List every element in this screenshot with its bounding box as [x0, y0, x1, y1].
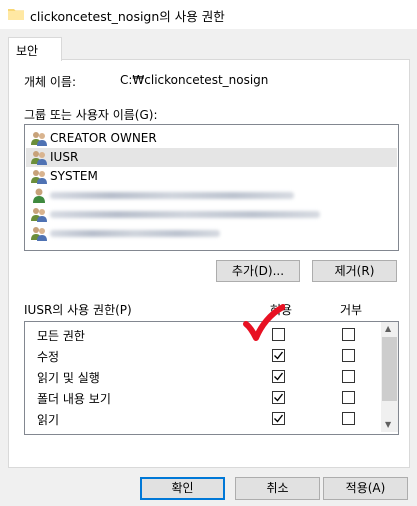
- permissions-label: IUSR의 사용 권한(P): [24, 303, 132, 317]
- cancel-button[interactable]: 취소: [235, 477, 320, 500]
- group-users-icon: [31, 170, 47, 184]
- title-bar: clickoncetest_nosign의 사용 권한: [0, 0, 417, 29]
- permission-label: 폴더 내용 보기: [37, 392, 111, 406]
- allow-checkbox[interactable]: [272, 412, 285, 425]
- group-users-icon: [31, 208, 47, 222]
- scrollbar-thumb[interactable]: [382, 337, 397, 401]
- scroll-down-icon[interactable]: ▼: [385, 420, 391, 429]
- allow-checkbox[interactable]: [272, 349, 285, 362]
- remove-button[interactable]: 제거(R): [312, 260, 397, 282]
- permission-label: 수정: [37, 350, 60, 364]
- group-users-icon: [31, 132, 47, 146]
- list-item[interactable]: [26, 186, 397, 205]
- group-users-icon: [31, 151, 47, 165]
- permission-row: 폴더 내용 보기: [25, 387, 380, 408]
- list-item[interactable]: CREATOR OWNER: [26, 129, 397, 148]
- permission-row: 수정: [25, 345, 380, 366]
- allow-checkbox[interactable]: [272, 370, 285, 383]
- deny-checkbox[interactable]: [342, 349, 355, 362]
- list-item-label: SYSTEM: [50, 169, 98, 183]
- redacted-user-name: [50, 192, 294, 199]
- permission-row: 모든 권한: [25, 324, 380, 345]
- deny-checkbox[interactable]: [342, 328, 355, 341]
- add-button[interactable]: 추가(D)...: [216, 260, 300, 282]
- list-item[interactable]: SYSTEM: [26, 167, 397, 186]
- apply-button[interactable]: 적용(A): [323, 477, 408, 500]
- permissions-list: 모든 권한 수정 읽기 및 실행 폴더 내용 보기 읽기 ▲ ▼: [24, 321, 399, 435]
- scroll-up-icon[interactable]: ▲: [385, 324, 391, 333]
- user-icon: [33, 188, 45, 203]
- permission-label: 읽기: [37, 413, 60, 427]
- window-title: clickoncetest_nosign의 사용 권한: [30, 9, 225, 24]
- object-name-value: C:₩clickoncetest_nosign: [120, 73, 269, 87]
- red-checkmark-annotation: [243, 304, 285, 341]
- permission-label: 모든 권한: [37, 329, 85, 343]
- tab-security-label: 보안: [16, 44, 39, 58]
- ok-button[interactable]: 확인: [140, 477, 225, 500]
- list-item-label: IUSR: [50, 150, 79, 164]
- object-name-label: 개체 이름:: [24, 75, 77, 89]
- list-item[interactable]: IUSR: [26, 148, 397, 167]
- deny-checkbox[interactable]: [342, 391, 355, 404]
- list-item[interactable]: [26, 205, 397, 224]
- deny-checkbox[interactable]: [342, 370, 355, 383]
- deny-column-header: 거부: [340, 303, 363, 317]
- redacted-group-name: [50, 230, 220, 237]
- list-item[interactable]: [26, 224, 397, 243]
- folder-icon: [8, 9, 24, 20]
- permission-row: 읽기: [25, 408, 380, 429]
- deny-checkbox[interactable]: [342, 412, 355, 425]
- permission-row: 읽기 및 실행: [25, 366, 380, 387]
- permission-label: 읽기 및 실행: [37, 371, 100, 385]
- groups-label: 그룹 또는 사용자 이름(G):: [24, 108, 158, 122]
- redacted-group-name: [50, 211, 320, 218]
- permissions-scrollbar[interactable]: ▲ ▼: [381, 322, 398, 432]
- list-item-label: CREATOR OWNER: [50, 131, 157, 145]
- users-listbox[interactable]: CREATOR OWNER IUSR SYSTEM: [24, 124, 399, 251]
- tab-security[interactable]: 보안: [8, 37, 62, 61]
- group-users-icon: [31, 227, 47, 241]
- allow-checkbox[interactable]: [272, 391, 285, 404]
